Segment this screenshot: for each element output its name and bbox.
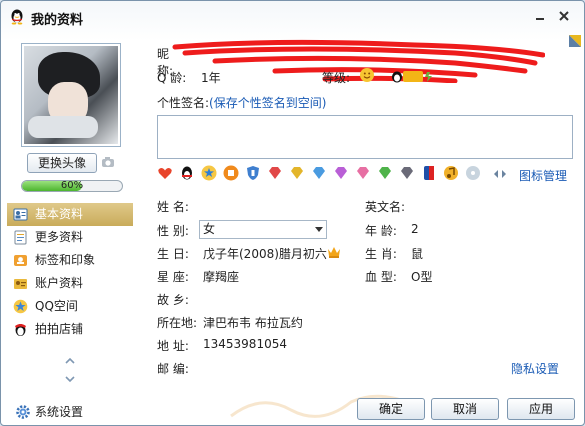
document-icon: [14, 230, 27, 245]
system-settings-link[interactable]: 系统设置: [15, 403, 83, 421]
gender-label: 性 别:: [157, 224, 189, 238]
qage-label: Q 龄:: [157, 71, 187, 85]
profile-window: 我的资料 更换头像 60% 基本资料 更多资料 标签和印象 账户资料 QQ空间 …: [0, 0, 585, 426]
nav-basic-info[interactable]: 基本资料: [7, 203, 133, 226]
qzone-star-icon: [13, 299, 28, 314]
gem-yellow-icon[interactable]: [289, 165, 305, 181]
status-icon-row: [157, 165, 497, 183]
nav-label: 基本资料: [35, 207, 84, 221]
nav-label: 拍拍店铺: [35, 322, 84, 336]
shop-icon: [15, 324, 26, 336]
gem-red-icon[interactable]: [267, 165, 283, 181]
chevron-down-icon: [315, 227, 323, 232]
crown-icon: [328, 247, 340, 258]
cancel-button[interactable]: 取消: [431, 398, 499, 420]
minimize-icon[interactable]: [533, 9, 547, 23]
settings-label: 系统设置: [35, 405, 84, 419]
signature-label-text: 个性签名:: [157, 96, 210, 110]
window-title: 我的资料: [31, 13, 84, 28]
nav-label: 账户资料: [35, 276, 84, 290]
music-icon[interactable]: [443, 165, 459, 181]
constellation-value: 摩羯座: [203, 270, 240, 284]
signature-input[interactable]: [157, 115, 573, 159]
nav-account[interactable]: 账户资料: [7, 272, 133, 295]
cd-icon[interactable]: [465, 165, 481, 181]
address-value[interactable]: 13453981054: [203, 337, 287, 351]
ok-button[interactable]: 确定: [357, 398, 425, 420]
tag-icon: [14, 255, 27, 266]
vip-badge-icon: [392, 71, 432, 83]
constellation-label: 星 座:: [157, 270, 189, 284]
birthday-label: 生 日:: [157, 247, 189, 261]
level-label: 等级:: [322, 71, 351, 85]
qq-penguin-icon: [11, 9, 23, 25]
close-icon[interactable]: [557, 9, 571, 23]
gem-purple-icon[interactable]: [333, 165, 349, 181]
nav-label: 更多资料: [35, 230, 84, 244]
blood-type-value[interactable]: O型: [411, 268, 432, 285]
zodiac-value: 鼠: [411, 247, 424, 261]
nba-icon[interactable]: [421, 165, 437, 181]
age-value: 2: [411, 222, 419, 236]
address-label: 地 址:: [157, 339, 189, 353]
profile-card-icon: [13, 208, 28, 221]
location-value[interactable]: 津巴布韦 布拉瓦约: [203, 314, 303, 331]
left-panel: 更换头像 60% 基本资料 更多资料 标签和印象 账户资料 QQ空间 拍拍店铺 …: [1, 33, 141, 425]
nav-label: QQ空间: [35, 299, 78, 313]
gem-blue-icon[interactable]: [311, 165, 327, 181]
gear-icon: [16, 405, 30, 419]
icon-row-scroll-arrows[interactable]: [493, 169, 507, 179]
name-label: 姓 名:: [157, 200, 189, 214]
zodiac-label: 生 肖:: [365, 247, 397, 261]
privacy-settings-link[interactable]: 隐私设置: [511, 360, 559, 377]
sun-level-icon: [360, 68, 374, 82]
birthday-value[interactable]: 戊子年(2008)腊月初六: [203, 245, 327, 262]
profile-completion-bar: 60%: [21, 180, 123, 192]
qage-value: 1年: [201, 71, 221, 85]
heart-icon[interactable]: [157, 165, 173, 181]
apply-button[interactable]: 应用: [507, 398, 575, 420]
nav-qzone[interactable]: QQ空间: [7, 295, 133, 318]
icon-management-link[interactable]: 图标管理: [519, 167, 567, 184]
nav-label: 标签和印象: [35, 253, 96, 267]
english-name-label: 英文名:: [365, 200, 406, 214]
gem-pink-icon[interactable]: [355, 165, 371, 181]
nav-paipai-shop[interactable]: 拍拍店铺: [7, 318, 133, 341]
main-panel: 昵称: Q 龄: 1年 等级: 个性签名:(保存个性签名到空间) 图标管理 姓 …: [141, 33, 584, 425]
gem-dark-icon[interactable]: [399, 165, 415, 181]
signature-label: 个性签名:(保存个性签名到空间): [157, 94, 326, 111]
star-icon[interactable]: [201, 165, 217, 181]
account-icon: [14, 279, 27, 289]
title-bar[interactable]: 我的资料: [1, 1, 584, 33]
nav-scroll-arrows[interactable]: [63, 355, 77, 385]
corner-fold-icon: [569, 35, 581, 47]
hometown-label: 故 乡:: [157, 293, 189, 307]
gem-green-icon[interactable]: [377, 165, 393, 181]
nav-tags[interactable]: 标签和印象: [7, 249, 133, 272]
avatar[interactable]: [21, 43, 121, 147]
change-avatar-button[interactable]: 更换头像: [27, 153, 97, 173]
side-nav: 基本资料 更多资料 标签和印象 账户资料 QQ空间 拍拍店铺: [7, 203, 133, 341]
gender-value: 女: [203, 222, 216, 236]
paipai-icon[interactable]: [223, 165, 239, 181]
age-label: 年 龄:: [365, 224, 397, 238]
penguin-icon[interactable]: [179, 165, 195, 181]
save-signature-link[interactable]: (保存个性签名到空间): [209, 96, 326, 110]
camera-icon[interactable]: [101, 155, 115, 169]
shield-icon[interactable]: [245, 165, 261, 181]
progress-text: 60%: [60, 180, 84, 191]
gender-select[interactable]: 女: [199, 220, 327, 239]
nav-more-info[interactable]: 更多资料: [7, 226, 133, 249]
avatar-image: [24, 46, 118, 144]
location-label: 所在地:: [157, 316, 198, 330]
blood-type-label: 血 型:: [365, 270, 397, 284]
postcode-label: 邮 编:: [157, 362, 189, 376]
